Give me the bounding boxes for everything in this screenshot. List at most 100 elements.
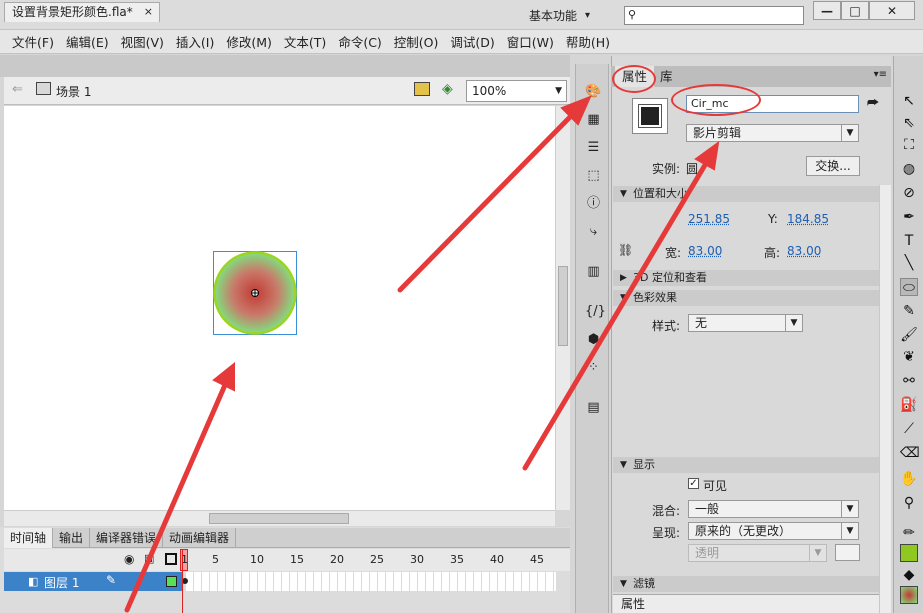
menu-insert[interactable]: 插入(I) <box>176 32 214 51</box>
link-constrain-icon[interactable]: ⛓ <box>618 243 633 257</box>
info-icon[interactable]: ⓘ <box>585 196 602 211</box>
frame-grid[interactable] <box>182 572 556 591</box>
fill-color-icon[interactable]: ◆ <box>900 566 918 584</box>
selection-tool-icon[interactable]: ↖ <box>900 92 918 110</box>
history-icon[interactable]: ⤷ <box>585 224 602 239</box>
scene-label: 场景 1 <box>56 85 92 99</box>
help-search-input[interactable]: ⚲ <box>624 6 804 25</box>
menu-control[interactable]: 控制(O) <box>394 32 439 51</box>
section-display-label: 显示 <box>633 458 655 471</box>
menu-window[interactable]: 窗口(W) <box>507 32 554 51</box>
library-icon[interactable]: ▥ <box>585 264 602 279</box>
symbol-type-icon <box>632 98 668 134</box>
line-tool-icon[interactable]: ╲ <box>900 254 918 272</box>
menu-modify[interactable]: 修改(M) <box>226 32 272 51</box>
chevron-down-icon: ▼ <box>841 523 858 539</box>
visible-checkbox[interactable]: ✓ <box>688 478 699 489</box>
close-tab-icon[interactable]: × <box>144 3 153 21</box>
motion-presets-icon[interactable]: ⁘ <box>585 360 602 375</box>
background-color-swatch[interactable] <box>835 544 860 561</box>
menu-edit[interactable]: 编辑(E) <box>66 32 109 51</box>
code-snippets-icon[interactable]: {/} <box>585 304 606 319</box>
panel-menu-icon[interactable]: ▾≡ <box>874 69 887 80</box>
oval-tool-icon[interactable]: ⬭ <box>900 278 918 296</box>
zoom-tool-icon[interactable]: ⚲ <box>900 494 918 512</box>
menu-file[interactable]: 文件(F) <box>12 32 54 51</box>
pencil-tool-icon[interactable]: ✎ <box>900 302 918 320</box>
workspace-switcher[interactable]: 基本功能 ▾ <box>529 7 590 24</box>
close-button[interactable]: ✕ <box>869 1 915 20</box>
outline-icon[interactable] <box>165 553 177 565</box>
tab-output[interactable]: 输出 <box>53 527 91 548</box>
transform-icon[interactable]: ⬚ <box>585 168 602 183</box>
maximize-button[interactable]: □ <box>841 1 869 20</box>
x-value[interactable]: 251.85 <box>688 212 730 226</box>
components-icon[interactable]: ⬢ <box>585 332 602 347</box>
stage-vertical-scrollbar[interactable] <box>555 106 570 510</box>
pen-tool-icon[interactable]: ✒ <box>900 208 918 226</box>
section-position-size-label: 位置和大小 <box>633 187 688 200</box>
paint-bucket-tool-icon[interactable]: ⛽ <box>900 396 918 414</box>
menu-debug[interactable]: 调试(D) <box>450 32 494 51</box>
edit-symbol-icon[interactable]: ⮫ <box>867 96 879 111</box>
scroll-thumb[interactable] <box>209 513 349 524</box>
section-position-size[interactable]: ▼ 位置和大小 <box>613 186 889 202</box>
fill-color-swatch[interactable] <box>900 586 918 604</box>
stroke-color-swatch[interactable] <box>900 544 918 562</box>
layer-row[interactable]: ◧ 图层 1 ✎ <box>4 572 182 591</box>
tab-timeline[interactable]: 时间轴 <box>4 527 54 548</box>
bone-tool-icon[interactable]: ⚯ <box>900 372 918 390</box>
free-transform-tool-icon[interactable]: ⛶ <box>900 136 918 154</box>
style-select[interactable]: 无 ▼ <box>688 314 803 332</box>
scroll-thumb[interactable] <box>558 266 568 346</box>
menu-commands[interactable]: 命令(C) <box>338 32 381 51</box>
lock-icon[interactable]: ▣ <box>144 552 154 565</box>
eraser-tool-icon[interactable]: ⌫ <box>900 444 920 462</box>
timeline-tabs: 时间轴 输出 编译器错误 动画编辑器 <box>4 527 570 548</box>
section-display[interactable]: ▼ 显示 <box>613 457 889 473</box>
minimize-button[interactable]: — <box>813 1 841 20</box>
properties-scrollbar[interactable] <box>879 185 891 613</box>
symbol-type-select[interactable]: 影片剪辑 ▼ <box>686 124 859 142</box>
playhead-line <box>182 549 183 613</box>
zoom-select[interactable]: 100% ▼ <box>466 80 567 102</box>
section-color-effect[interactable]: ▼ 色彩效果 <box>613 290 889 306</box>
swatches-icon[interactable]: ▦ <box>585 112 602 127</box>
layer-color-swatch[interactable] <box>166 576 177 587</box>
width-value[interactable]: 83.00 <box>688 244 722 258</box>
lasso-tool-icon[interactable]: ⊘ <box>900 184 918 202</box>
section-filters[interactable]: ▼ 滤镜 <box>613 576 889 592</box>
height-value[interactable]: 83.00 <box>787 244 821 258</box>
section-3d[interactable]: ▶ 3D 定位和查看 <box>613 270 889 286</box>
brush-tool-icon[interactable]: 🖌 <box>900 326 918 344</box>
document-tab[interactable]: 设置背景矩形颜色.fla* × <box>4 2 160 22</box>
align-icon[interactable]: ☰ <box>585 140 602 155</box>
zoom-value: 100% <box>472 84 507 98</box>
menu-text[interactable]: 文本(T) <box>284 32 326 51</box>
eye-icon[interactable]: ◉ <box>124 552 134 566</box>
menu-help[interactable]: 帮助(H) <box>566 32 610 51</box>
edit-symbols-icon[interactable]: ◈ <box>442 81 453 97</box>
tab-compiler-errors[interactable]: 编译器错误 <box>90 527 164 548</box>
properties-panel-icon[interactable]: 🎨 <box>585 84 602 99</box>
hand-tool-icon[interactable]: ✋ <box>900 470 918 488</box>
instance-label: 实例: <box>652 162 681 176</box>
subselection-tool-icon[interactable]: ⇖ <box>900 114 918 132</box>
stage-horizontal-scrollbar[interactable] <box>4 510 555 526</box>
tab-motion-editor[interactable]: 动画编辑器 <box>163 527 237 548</box>
text-tool-icon[interactable]: T <box>900 232 918 250</box>
back-arrow-icon[interactable]: ⇐ <box>12 82 23 97</box>
y-value[interactable]: 184.85 <box>787 212 829 226</box>
3d-rotation-tool-icon[interactable]: ◍ <box>900 160 918 178</box>
eyedropper-tool-icon[interactable]: ⟋ <box>900 420 918 438</box>
render-select[interactable]: 原来的（无更改） ▼ <box>688 522 859 540</box>
tab-library[interactable]: 库 <box>653 66 680 87</box>
project-icon[interactable]: ▤ <box>585 400 602 415</box>
edit-scene-icon[interactable] <box>414 82 430 96</box>
blend-select[interactable]: 一般 ▼ <box>688 500 859 518</box>
stroke-color-icon[interactable]: ✏ <box>900 524 918 542</box>
swap-button[interactable]: 交换... <box>806 156 860 176</box>
deco-tool-icon[interactable]: ❦ <box>900 348 918 366</box>
search-icon: ⚲ <box>628 8 637 21</box>
menu-view[interactable]: 视图(V) <box>121 32 164 51</box>
